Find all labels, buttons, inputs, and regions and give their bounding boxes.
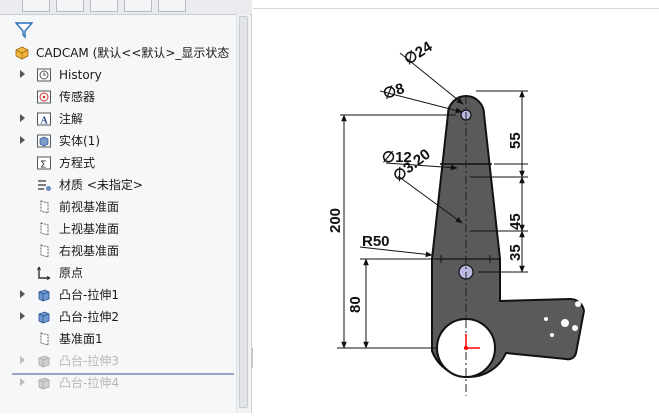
dim-200[interactable]: 200 — [327, 208, 344, 233]
tree-root-part[interactable]: CADCAM (默认<<默认>_显示状态 — [0, 42, 236, 64]
equation-icon: Σ — [36, 155, 52, 171]
filter-icon[interactable] — [14, 20, 34, 40]
plane-icon — [36, 221, 52, 237]
material-icon — [36, 177, 52, 193]
tree-item-label: 方程式 — [59, 156, 96, 170]
extrude-icon — [36, 287, 52, 303]
sensor-icon — [36, 89, 52, 105]
tree-item[interactable]: 前视基准面 — [0, 196, 236, 218]
tree-item-label: 凸台-拉伸4 — [59, 376, 119, 390]
tree-item-label: 上视基准面 — [59, 222, 120, 236]
extrude-icon — [36, 353, 52, 369]
extrude-icon — [36, 309, 52, 325]
tree-item[interactable]: 凸台-拉伸4 — [0, 372, 236, 394]
dim-d24[interactable]: ∅24 — [401, 38, 436, 69]
tree-item[interactable]: History — [0, 64, 236, 86]
panel-tab-strip — [0, 0, 252, 15]
tree-item-label: 凸台-拉伸1 — [59, 288, 119, 302]
annotation-icon: A — [36, 111, 52, 127]
tree-item-label: 材质 <未指定> — [59, 178, 143, 192]
tree-item-label: 传感器 — [59, 90, 96, 104]
dim-45[interactable]: 45 — [507, 213, 524, 230]
scrollbar-thumb[interactable] — [239, 16, 248, 408]
dim-d8[interactable]: ∅8 — [381, 80, 407, 103]
dim-35[interactable]: 35 — [507, 244, 524, 261]
tab-configuration-manager[interactable] — [90, 0, 118, 12]
tab-display-manager[interactable] — [158, 0, 186, 12]
tree-item[interactable]: 材质 <未指定> — [0, 174, 236, 196]
svg-text:A: A — [41, 116, 49, 127]
tab-dimxpert-manager[interactable] — [124, 0, 152, 12]
bracket-hole-5[interactable] — [550, 333, 554, 337]
tree-item[interactable]: 原点 — [0, 262, 236, 284]
tree-item[interactable]: 凸台-拉伸3 — [0, 350, 236, 372]
bracket-hole-2[interactable] — [561, 319, 569, 327]
tree-item-label: 注解 — [59, 112, 84, 126]
solid-body-icon — [36, 133, 52, 149]
tree-item[interactable]: 凸台-拉伸1 — [0, 284, 236, 306]
tree-scrollbar[interactable] — [236, 14, 250, 413]
dim-80[interactable]: 80 — [347, 296, 364, 313]
bracket-hole-3[interactable] — [572, 325, 578, 331]
part-icon — [14, 45, 30, 61]
tree-item[interactable]: 基准面1 — [0, 328, 236, 350]
svg-text:Σ: Σ — [40, 160, 46, 171]
tree-root-label: CADCAM (默认<<默认>_显示状态 — [36, 46, 230, 60]
tree-item-label: 原点 — [59, 266, 84, 280]
tree-item-label: 右视基准面 — [59, 244, 120, 258]
feature-manager-panel: CADCAM (默认<<默认>_显示状态 History 传感器 A 注解实体(1) Σ… — [0, 0, 252, 413]
bracket-hole-4[interactable] — [544, 317, 548, 321]
dim-r50[interactable]: R50 — [362, 233, 390, 250]
tab-property-manager[interactable] — [56, 0, 84, 12]
rollback-bar[interactable] — [12, 373, 234, 375]
plane-icon — [36, 199, 52, 215]
expand-arrow-icon[interactable] — [20, 356, 25, 364]
expand-arrow-icon[interactable] — [20, 70, 25, 78]
expand-arrow-icon[interactable] — [20, 378, 25, 386]
expand-arrow-icon[interactable] — [20, 114, 25, 122]
tree-item-label: History — [59, 68, 102, 82]
extrude-icon — [36, 375, 52, 391]
expand-arrow-icon[interactable] — [20, 136, 25, 144]
tree-item[interactable]: 凸台-拉伸2 — [0, 306, 236, 328]
bracket-hole-1[interactable] — [575, 301, 581, 307]
plane-icon — [36, 331, 52, 347]
tree-item-label: 凸台-拉伸3 — [59, 354, 119, 368]
dim-55[interactable]: 55 — [507, 132, 524, 149]
tree-item-label: 前视基准面 — [59, 200, 120, 214]
origin-icon — [36, 265, 52, 281]
expand-arrow-icon[interactable] — [20, 312, 25, 320]
tree-item[interactable]: 传感器 — [0, 86, 236, 108]
tree-item[interactable]: 实体(1) — [0, 130, 236, 152]
history-icon — [36, 67, 52, 83]
tree-item-label: 凸台-拉伸2 — [59, 310, 119, 324]
tree-item-label: 实体(1) — [59, 134, 100, 148]
tree-item[interactable]: 右视基准面 — [0, 240, 236, 262]
tree-item[interactable]: A 注解 — [0, 108, 236, 130]
drawing-canvas: ∅24 ∅8 ∅12 ∅3.20 R50 200 80 55 45 35 — [327, 38, 586, 396]
tree-item[interactable]: 上视基准面 — [0, 218, 236, 240]
graphics-viewport[interactable]: ∅24 ∅8 ∅12 ∅3.20 R50 200 80 55 45 35 — [253, 8, 659, 414]
plane-icon — [36, 243, 52, 259]
tree-item-label: 基准面1 — [59, 332, 103, 346]
tree-item[interactable]: Σ 方程式 — [0, 152, 236, 174]
expand-arrow-icon[interactable] — [20, 290, 25, 298]
tab-feature-manager[interactable] — [22, 0, 50, 12]
